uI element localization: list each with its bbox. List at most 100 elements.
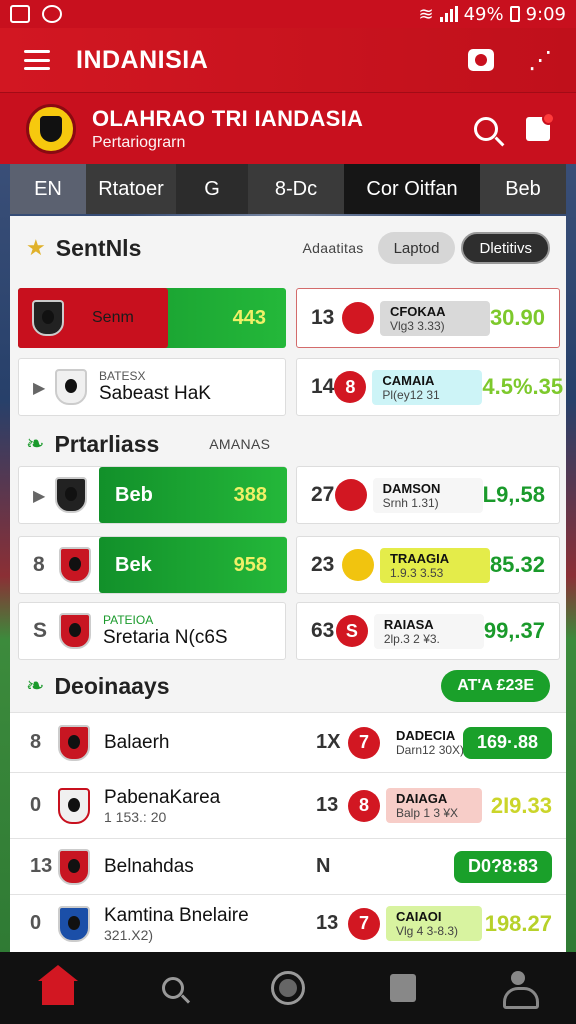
star-icon: ★ [26,235,46,261]
list-item[interactable]: 0 PabenaKarea 1 153.: 20 13 8 DAIAGA Bal… [10,772,566,838]
nav-home[interactable] [37,965,78,1008]
share-icon[interactable]: ⋰ [528,46,552,74]
score-pill[interactable]: D0?8:83 [453,850,552,883]
tab-8dc[interactable]: 8-Dc [248,164,344,214]
row-rank: 13 [30,855,53,877]
match-box: RAIASA 2lp.3 2 ¥3. [373,613,484,649]
score-pill[interactable]: 169·.88 [462,726,552,759]
content-panel: ★ SentNls Adaatitas Laptod Dletitivs 443… [10,216,566,952]
team-rank: S [33,619,48,642]
status-bar: ≋ 49% 9:09 [0,0,576,28]
team-crest [59,613,91,649]
search-icon[interactable] [474,116,498,141]
team-name: Balaerh [104,731,170,753]
score-value: 198.27 [484,910,552,936]
match-title: DADECIA [396,728,456,743]
nav-center[interactable] [268,968,308,1008]
team-crest [58,724,90,761]
green-bar: Beb 388 [99,467,287,523]
match-box: TRAAGIA 1.9.3 3.53 [379,547,490,583]
federation-logo [26,103,76,154]
nav-profile[interactable] [498,968,540,1009]
nav-search[interactable] [153,968,193,1008]
row-mid: 13 [316,912,339,934]
list-item[interactable]: 0 Kamtina Bnelaire 321.X2) 13 7 CAIAOI V… [10,894,566,952]
team-crest [58,848,90,885]
score-badge: S [335,615,368,647]
team-crest [55,369,87,405]
section-header-3: ❧ Deoinaays AT'A £23E [10,658,566,714]
tab-g[interactable]: G [176,164,248,214]
score-value: L9,.58 [482,482,545,507]
team-crest [32,300,64,336]
tab-cor-oitfan[interactable]: Cor Oitfan [344,164,480,214]
team-card[interactable]: 443 Senm [18,288,286,348]
score-card[interactable]: 14 8 CAMAIA Pl(ey12 31 4.5%.35 [296,358,564,416]
clock: 9:09 [525,3,566,25]
list-item[interactable]: 8 Balaerh 1X 7 DADECIA Darn12 30X) 169·.… [10,712,566,772]
score-badge [334,479,367,511]
match-title: RAIASA [383,616,434,632]
notification-icon[interactable] [526,111,555,141]
team-crest [55,477,87,513]
team-card[interactable]: S PATEIOA Sretaria N(c6S [18,602,286,660]
row-mid: 13 [316,794,339,816]
notification-image-icon [10,5,30,23]
score-card[interactable]: 27 DAMSON Srnh 1.31) L9,.58 [296,466,560,524]
match-sub: Pl(ey12 31 [382,387,440,402]
nav-square[interactable] [383,968,423,1008]
search-icon [161,977,184,999]
battery-icon [509,6,520,22]
team-crest [58,905,90,942]
match-sub: Balp 1 3 ¥X [396,806,459,820]
brand-title: OLAHRAO TRI IANDASIA [92,105,364,131]
brand-subtitle: Pertariograrn [92,133,186,151]
team-value: 443 [232,306,266,329]
score-value: 85.32 [489,552,545,577]
team-card[interactable]: ▶ Beb 388 [18,466,287,524]
notification-app-icon [42,5,62,23]
match-sub: Vlg 4 3-8.3) [396,924,459,938]
tab-beb[interactable]: Beb [480,164,566,214]
score-card[interactable]: 63 S RAIASA 2lp.3 2 ¥3. 99,.37 [296,602,560,660]
team-card[interactable]: ▶ BATESX Sabeast HaK [18,358,286,416]
square-icon [390,974,417,1002]
team-name: Kamtina Bnelaire [104,904,249,926]
match-box: CAIAOI Vlg 4 3-8.3) [386,906,482,941]
score-badge: 7 [348,726,380,759]
list-item[interactable]: 13 Belnahdas N D0?8:83 [10,838,566,894]
score-rank: 13 [311,306,335,329]
score-value: 99,.37 [483,618,545,643]
filter-pill-dletitivs[interactable]: Dletitivs [461,232,550,264]
leaf-icon: ❧ [26,431,45,457]
score-card[interactable]: 13 CFOKAA Vlg3 3.33) 30.90 [296,288,560,348]
team-name: Belnahdas [104,855,194,877]
match-title: CAMAIA [382,372,435,388]
score-value: 4.5%.35 [482,374,564,399]
score-card[interactable]: 23 TRAAGIA 1.9.3 3.53 85.32 [296,536,560,594]
red-bar: Senm [18,288,168,348]
match-box: CAMAIA Pl(ey12 31 [372,369,483,405]
menu-icon[interactable] [24,50,50,70]
row-mid: N [316,855,331,877]
row-rank: 8 [30,731,42,753]
battery-level: 49% [463,3,504,25]
filter-pill-laptod[interactable]: Laptod [377,232,456,264]
match-box: DAIAGA Balp 1 3 ¥X [386,788,482,823]
section-header-2: ❧ Prtarliass AMANAS [10,416,566,472]
tab-en[interactable]: EN [10,164,86,214]
camera-icon[interactable] [468,49,494,71]
team-name: Sretaria N(c6S [103,627,228,648]
section-pill[interactable]: AT'A £23E [441,670,550,702]
team-small-label: PATEIOA [103,613,154,627]
green-bar: Bek 958 [99,537,287,593]
team-sub: 321.X2) [104,926,154,943]
team-crest [59,547,91,583]
match-sub: Srnh 1.31) [382,495,439,510]
match-title: TRAAGIA [389,550,450,566]
wifi-icon: ≋ [418,3,434,25]
team-card[interactable]: 8 Bek 958 [18,536,287,594]
tab-rtatoer[interactable]: Rtatoer [86,164,176,214]
section-title: Prtarliass [54,430,160,457]
section-title: SentNls [55,234,142,261]
